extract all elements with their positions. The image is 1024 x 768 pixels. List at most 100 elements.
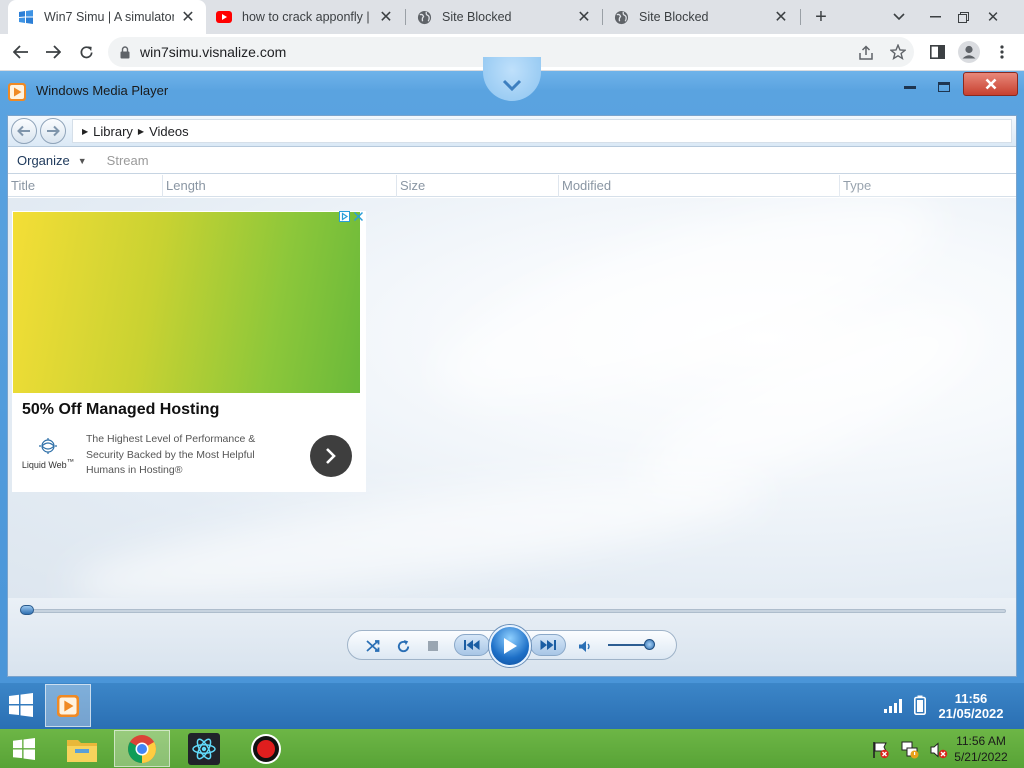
play-button[interactable] (489, 625, 531, 667)
ad-brand-logo[interactable]: Liquid Web™ (20, 437, 76, 470)
column-header-modified[interactable]: Modified (559, 175, 840, 197)
host-time: 11:56 AM (956, 734, 1006, 748)
wmp-forward-button[interactable] (40, 118, 66, 144)
reload-button[interactable] (72, 38, 100, 66)
browser-tab-strip: Win7 Simu | A simulator of ✕ how to crac… (0, 0, 1024, 34)
playback-controls (8, 598, 1016, 676)
globe-icon (416, 9, 432, 25)
record-icon (251, 733, 281, 764)
wmp-logo-icon (57, 694, 79, 717)
simulator-date: 21/05/2022 (938, 706, 1004, 721)
start-button[interactable] (8, 693, 36, 719)
side-panel-button[interactable] (923, 38, 951, 66)
wmp-switch-view-button[interactable] (483, 57, 541, 101)
column-header-length[interactable]: Length (163, 175, 397, 197)
arrow-left-icon (13, 45, 28, 59)
close-icon[interactable]: ✕ (378, 7, 394, 27)
file-explorer-button[interactable] (54, 730, 110, 767)
star-icon (890, 44, 906, 60)
wmp-back-button[interactable] (11, 118, 37, 144)
taskbar-wmp-button[interactable] (45, 684, 91, 727)
action-center-flag-icon[interactable] (872, 741, 890, 759)
battery-icon[interactable] (914, 695, 926, 715)
win7-simu-favicon (18, 9, 34, 25)
wmp-command-bar: Organize ▼ Stream (8, 148, 1016, 174)
share-button[interactable] (852, 38, 880, 66)
forward-button[interactable] (39, 38, 67, 66)
play-icon (504, 638, 517, 654)
column-header-title[interactable]: Title (8, 175, 163, 197)
side-panel-icon (929, 45, 945, 59)
previous-button[interactable] (454, 634, 490, 656)
react-devtools-icon (188, 732, 220, 765)
chevron-right-icon: ▶ (82, 126, 89, 136)
profile-button[interactable] (955, 38, 983, 66)
tab-win7-simu[interactable]: Win7 Simu | A simulator of ✕ (8, 0, 206, 34)
ad-cta-button[interactable] (310, 435, 352, 477)
share-icon (859, 44, 873, 60)
stream-menu: Stream (106, 153, 149, 168)
breadcrumb-videos[interactable]: Videos (149, 124, 189, 139)
ad-brand-mark: ™ (66, 457, 75, 466)
wmp-library-pane: ▶ Library ▶ Videos Organize ▼ Stream Tit… (7, 115, 1017, 677)
react-devtools-button[interactable] (176, 730, 232, 767)
close-icon[interactable]: ✕ (773, 7, 789, 27)
seek-thumb[interactable] (20, 605, 34, 615)
arrow-left-icon (17, 125, 30, 137)
chrome-button[interactable] (114, 730, 170, 767)
network-icon[interactable] (901, 741, 919, 759)
wmp-close-button[interactable] (963, 72, 1018, 96)
chevron-down-icon[interactable]: ▼ (78, 156, 87, 166)
ad-brand-name: Liquid Web (21, 460, 67, 470)
close-icon[interactable]: ✕ (576, 7, 592, 27)
advertisement[interactable]: 50% Off Managed Hosting Liquid Web™ The … (12, 211, 366, 492)
simulator-time: 11:56 (954, 691, 988, 706)
lock-icon (120, 45, 130, 58)
ad-choices-icon[interactable] (339, 211, 350, 222)
column-header-size[interactable]: Size (397, 175, 559, 197)
stop-button[interactable] (422, 631, 444, 661)
liquid-web-logo-icon (39, 438, 57, 454)
ad-choices[interactable] (339, 211, 364, 222)
skip-previous-icon (464, 640, 480, 650)
mute-button[interactable] (574, 631, 596, 661)
restore-button[interactable] (950, 0, 976, 34)
host-clock[interactable]: 11:56 AM 5/21/2022 (944, 733, 1018, 765)
windows-logo-icon (9, 693, 33, 717)
next-button[interactable] (530, 634, 566, 656)
tab-youtube[interactable]: how to crack apponfly | C ✕ (206, 0, 404, 34)
shuffle-button[interactable] (362, 631, 384, 661)
breadcrumb: ▶ Library ▶ Videos (72, 119, 1012, 143)
arrow-right-icon (46, 45, 61, 59)
column-header-type[interactable]: Type (840, 175, 1016, 197)
close-window-button[interactable]: ✕ (980, 0, 1006, 34)
seek-bar[interactable] (20, 609, 1006, 613)
chevron-right-icon: ▶ (137, 126, 145, 136)
back-button[interactable] (7, 38, 35, 66)
ad-headline[interactable]: 50% Off Managed Hosting (22, 401, 219, 419)
tab-search-button[interactable] (886, 0, 912, 34)
tab-site-blocked-2[interactable]: Site Blocked ✕ (603, 0, 799, 34)
volume-thumb[interactable] (643, 639, 655, 650)
repeat-button[interactable] (392, 631, 414, 661)
recorder-button[interactable] (238, 730, 294, 767)
skip-next-icon (540, 640, 556, 650)
new-tab-button[interactable]: + (808, 0, 834, 34)
tab-site-blocked-1[interactable]: Site Blocked ✕ (406, 0, 602, 34)
ad-image[interactable] (13, 212, 360, 393)
shuffle-icon (366, 640, 380, 652)
host-date: 5/21/2022 (954, 750, 1008, 764)
close-icon[interactable]: ✕ (180, 7, 196, 27)
signal-strength-icon[interactable] (884, 697, 906, 713)
simulator-clock[interactable]: 11:56 21/05/2022 (930, 691, 1012, 721)
breadcrumb-library[interactable]: Library (93, 124, 133, 139)
host-start-button[interactable] (0, 730, 48, 767)
bookmark-button[interactable] (884, 38, 912, 66)
menu-button[interactable] (988, 38, 1016, 66)
wmp-minimize-button[interactable] (898, 75, 922, 99)
organize-menu[interactable]: Organize (17, 153, 70, 168)
tab-title: Site Blocked (442, 10, 512, 24)
minimize-button[interactable] (922, 0, 948, 34)
close-icon[interactable] (353, 211, 364, 222)
wmp-maximize-button[interactable] (932, 75, 956, 99)
